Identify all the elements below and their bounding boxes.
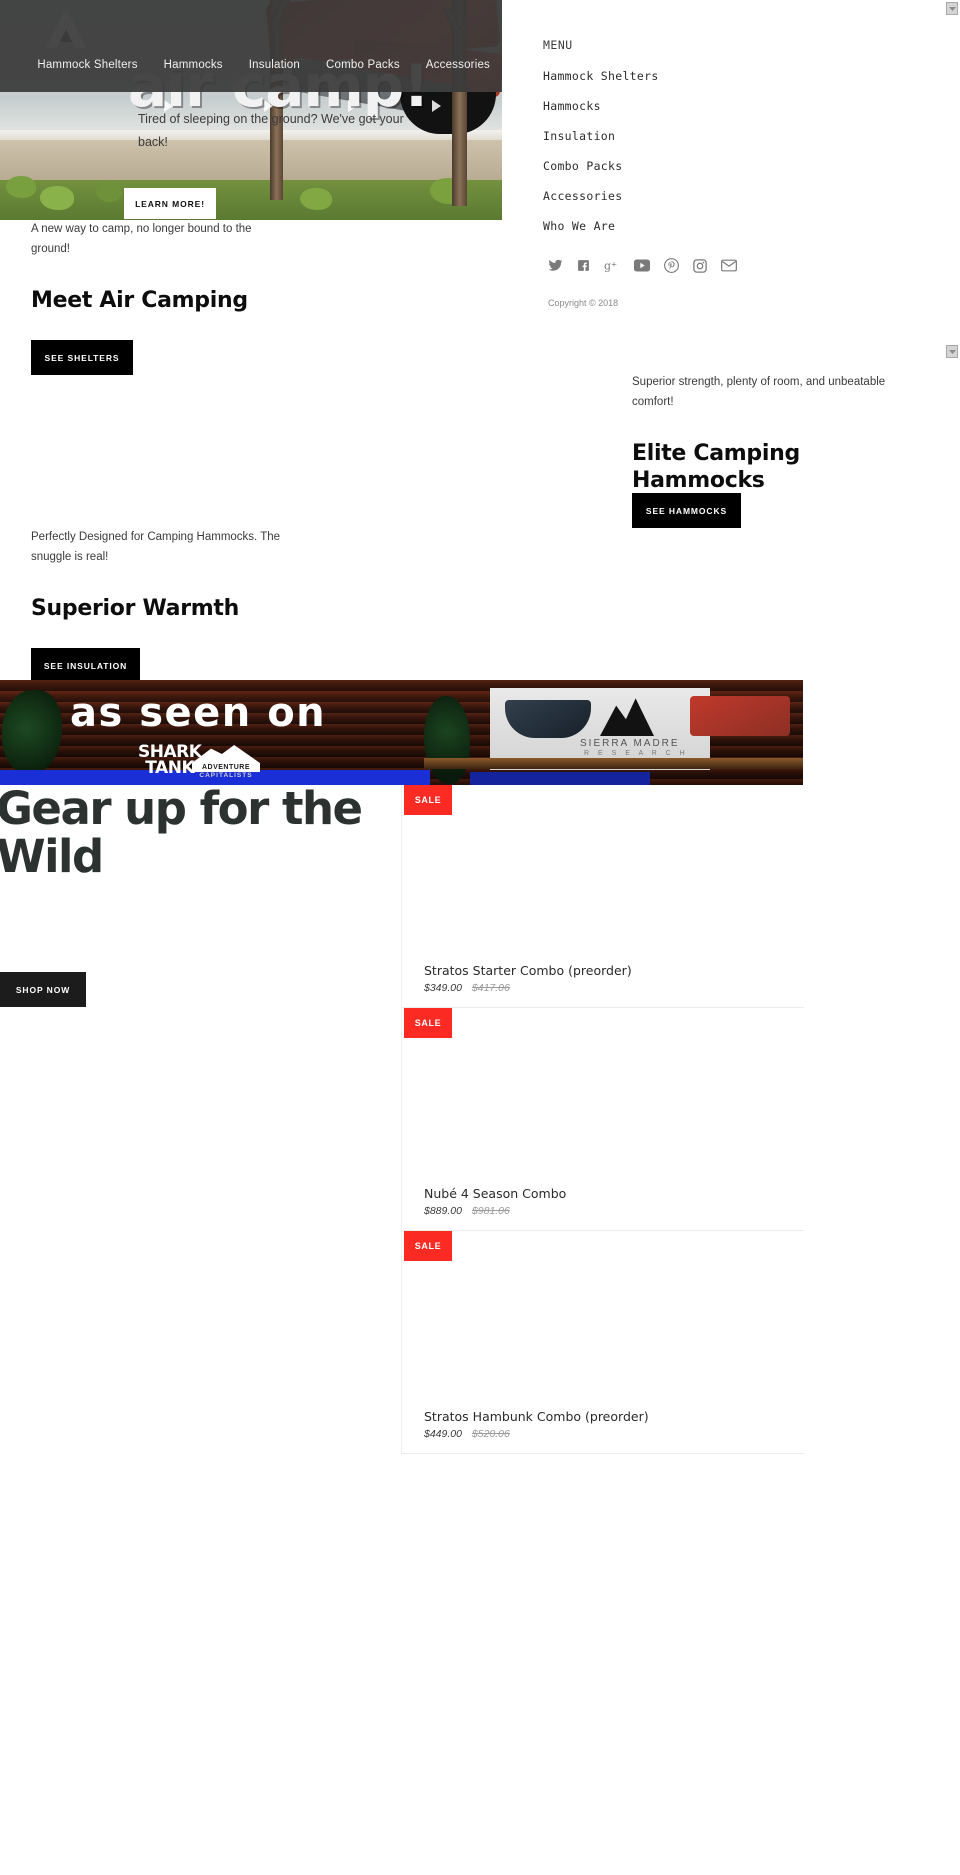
pinterest-icon[interactable]: [664, 258, 679, 273]
hero-subtitle: Tired of sleeping on the ground? We've g…: [138, 112, 404, 150]
hero-section: Hammock Shelters Hammocks Insulation Com…: [0, 0, 502, 220]
product-image[interactable]: [402, 1231, 804, 1409]
social-links: g +: [548, 258, 737, 273]
menu-item[interactable]: Insulation: [543, 127, 843, 145]
block-superior-warmth: Perfectly Designed for Camping Hammocks.…: [31, 527, 291, 683]
menu-item[interactable]: Hammocks: [543, 97, 843, 115]
leaf-shape: [40, 186, 74, 210]
leaf-shape: [96, 182, 122, 202]
adventure-label: ADVENTURE: [192, 763, 260, 772]
play-icon: [432, 100, 441, 112]
menu-item-hammocks[interactable]: Hammocks: [543, 99, 601, 113]
product-old-price: $520.06: [471, 1428, 510, 1440]
block-title: Meet Air Camping: [31, 288, 248, 314]
sale-badge: SALE: [404, 785, 452, 815]
scrollbar-thumb-top[interactable]: [946, 2, 958, 15]
banner-title: as seen on: [70, 690, 327, 736]
see-insulation-button[interactable]: SEE INSULATION: [31, 648, 140, 683]
product-price-row: $449.00 $520.06: [402, 1424, 804, 1453]
nav-item-hammocks[interactable]: Hammocks: [164, 59, 223, 71]
twitter-icon[interactable]: [548, 258, 563, 273]
banner-foliage: [424, 696, 470, 784]
svg-text:g: g: [604, 260, 611, 273]
display-hammock-red: [690, 696, 790, 736]
leaf-shape: [6, 176, 36, 198]
menu-item-insulation[interactable]: Insulation: [543, 129, 615, 143]
sierra-madre-subtitle: R E S E A R C H: [584, 750, 689, 757]
menu-item-combo-packs[interactable]: Combo Packs: [543, 159, 622, 173]
facebook-icon[interactable]: [577, 258, 590, 273]
banner-blue-strip: [470, 772, 650, 785]
block-title: Elite Camping Hammocks: [632, 441, 800, 494]
learn-more-button[interactable]: LEARN MORE!: [124, 188, 216, 219]
product-name[interactable]: Nubé 4 Season Combo: [402, 1186, 804, 1201]
see-shelters-button[interactable]: SEE SHELTERS: [31, 340, 133, 375]
block-elite-camping-hammocks: Superior strength, plenty of room, and u…: [632, 372, 912, 528]
block-blurb: A new way to camp, no longer bound to th…: [31, 223, 252, 256]
google-plus-icon[interactable]: g +: [604, 258, 620, 273]
product-old-price: $417.06: [471, 982, 510, 994]
gear-up-section: Gear up for the Wild SHOP NOW: [0, 782, 400, 1028]
block-blurb: Perfectly Designed for Camping Hammocks.…: [31, 531, 281, 564]
menu-item[interactable]: Accessories: [543, 187, 843, 205]
product-name[interactable]: Stratos Hambunk Combo (preorder): [402, 1409, 804, 1424]
product-card[interactable]: SALE Stratos Starter Combo (preorder) $3…: [401, 785, 804, 1008]
sierra-madre-name: SIERRA MADRE: [580, 738, 680, 749]
menu-list: Hammock Shelters Hammocks Insulation Com…: [543, 67, 843, 235]
email-icon[interactable]: [721, 259, 737, 272]
leaf-shape: [300, 188, 332, 210]
product-price: $889.00: [424, 1205, 462, 1217]
top-navigation-bar: [0, 0, 502, 92]
product-price: $449.00: [424, 1428, 462, 1440]
sale-badge: SALE: [404, 1008, 452, 1038]
sale-badge: SALE: [404, 1231, 452, 1261]
youtube-icon[interactable]: [634, 259, 650, 272]
svg-text:+: +: [611, 260, 617, 269]
menu-item-accessories[interactable]: Accessories: [543, 189, 622, 203]
banner-shelf: [424, 758, 803, 769]
nav-item-hammock-shelters[interactable]: Hammock Shelters: [37, 59, 137, 71]
nav-item-insulation[interactable]: Insulation: [249, 59, 300, 71]
menu-item[interactable]: Hammock Shelters: [543, 67, 843, 85]
capitalists-label: CAPITALISTS: [199, 772, 253, 779]
menu-item[interactable]: Who We Are: [543, 217, 843, 235]
product-card[interactable]: SALE Nubé 4 Season Combo $889.00 $981.06: [401, 1008, 804, 1231]
copyright-text: Copyright © 2018: [548, 298, 619, 308]
menu-item-who-we-are[interactable]: Who We Are: [543, 219, 615, 233]
nav-item-accessories[interactable]: Accessories: [426, 59, 490, 71]
display-hammock-dark: [505, 700, 591, 738]
product-price: $349.00: [424, 982, 462, 994]
hero-vegetation: [0, 180, 502, 220]
menu-heading: MENU: [543, 38, 573, 52]
mountain-badge-icon: [192, 745, 260, 763]
product-card[interactable]: SALE Stratos Hambunk Combo (preorder) $4…: [401, 1231, 804, 1454]
gear-up-title: Gear up for the Wild: [0, 782, 363, 884]
nav-item-combo-packs[interactable]: Combo Packs: [326, 59, 400, 71]
shop-now-button[interactable]: SHOP NOW: [0, 972, 86, 1007]
block-meet-air-camping: A new way to camp, no longer bound to th…: [31, 219, 291, 375]
product-name[interactable]: Stratos Starter Combo (preorder): [402, 963, 804, 978]
instagram-icon[interactable]: [693, 258, 707, 273]
product-price-row: $349.00 $417.06: [402, 978, 804, 1007]
block-blurb: Superior strength, plenty of room, and u…: [632, 376, 886, 409]
menu-item[interactable]: Combo Packs: [543, 157, 843, 175]
product-list: SALE Stratos Starter Combo (preorder) $3…: [401, 785, 804, 1454]
scrollbar-thumb-second[interactable]: [946, 345, 958, 358]
product-old-price: $981.06: [471, 1205, 510, 1217]
product-image[interactable]: [402, 785, 804, 963]
block-title: Superior Warmth: [31, 596, 239, 622]
main-nav: Hammock Shelters Hammocks Insulation Com…: [0, 59, 502, 71]
menu-item-hammock-shelters[interactable]: Hammock Shelters: [543, 69, 659, 83]
product-image[interactable]: [402, 1008, 804, 1186]
adventure-capitalists-logo: ADVENTURE CAPITALISTS: [192, 743, 260, 780]
see-hammocks-button[interactable]: SEE HAMMOCKS: [632, 493, 741, 528]
product-price-row: $889.00 $981.06: [402, 1201, 804, 1230]
as-seen-on-banner: SIERRA MADRE R E S E A R C H as seen on …: [0, 680, 803, 785]
menu-panel: MENU Hammock Shelters Hammocks Insulatio…: [543, 38, 843, 247]
